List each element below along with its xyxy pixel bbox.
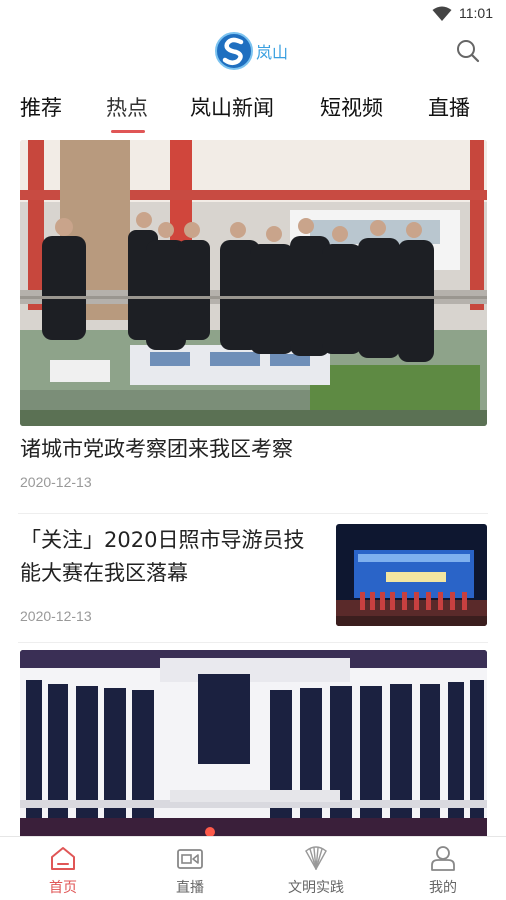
- nav-label: 我的: [429, 880, 457, 896]
- news-date: 2020-12-13: [20, 473, 92, 490]
- nav-live[interactable]: 直播: [140, 837, 240, 900]
- nav-home[interactable]: 首页: [13, 837, 113, 900]
- wifi-icon: [432, 6, 452, 21]
- app-logo: 岚山: [214, 30, 294, 72]
- news-thumbnail: [336, 524, 487, 626]
- logo-text: 岚山: [256, 43, 289, 62]
- nav-civilization-practice[interactable]: 文明实践: [266, 837, 366, 900]
- feed-divider: [18, 513, 488, 514]
- news-date: 2020-12-13: [20, 608, 92, 624]
- status-bar: 11:01: [0, 0, 506, 28]
- video-camera-icon: [177, 849, 203, 869]
- tab-short-video[interactable]: 短视频: [320, 92, 383, 122]
- news-image: [20, 650, 487, 836]
- news-feed: 诸城市党政考察团来我区考察 2020-12-13 「关注」2020日照市导游员技…: [0, 138, 506, 836]
- tab-recommend[interactable]: 推荐: [20, 92, 62, 122]
- tab-live[interactable]: 直播: [428, 92, 470, 122]
- news-title[interactable]: 「关注」2020日照市导游员技能大赛在我区落幕: [20, 524, 320, 589]
- nav-label: 直播: [176, 880, 204, 896]
- user-icon: [431, 846, 455, 871]
- nav-mine[interactable]: 我的: [393, 837, 493, 900]
- news-title[interactable]: 诸城市党政考察团来我区考察: [20, 434, 487, 466]
- search-icon[interactable]: [455, 38, 481, 64]
- news-card[interactable]: 诸城市党政考察团来我区考察 2020-12-13: [20, 140, 487, 490]
- tab-hot[interactable]: 热点: [106, 92, 148, 122]
- news-card[interactable]: [20, 650, 487, 836]
- app-header: 岚山: [0, 28, 506, 78]
- nav-label: 首页: [49, 880, 77, 896]
- feed-divider: [18, 642, 488, 643]
- news-card[interactable]: 「关注」2020日照市导游员技能大赛在我区落幕 2020-12-13: [20, 524, 487, 628]
- status-time: 11:01: [459, 5, 493, 21]
- emblem-icon: [305, 846, 327, 870]
- active-tab-indicator: [111, 130, 145, 133]
- category-tabs: 推荐 热点 岚山新闻 短视频 直播: [0, 84, 506, 136]
- news-image: [20, 140, 487, 426]
- home-icon: [51, 847, 75, 870]
- tab-lanshan-news[interactable]: 岚山新闻: [190, 92, 274, 122]
- nav-label: 文明实践: [288, 880, 344, 896]
- logo-mark-icon: [215, 32, 253, 70]
- bottom-navigation: 首页 直播 文明实践 我的: [0, 836, 506, 900]
